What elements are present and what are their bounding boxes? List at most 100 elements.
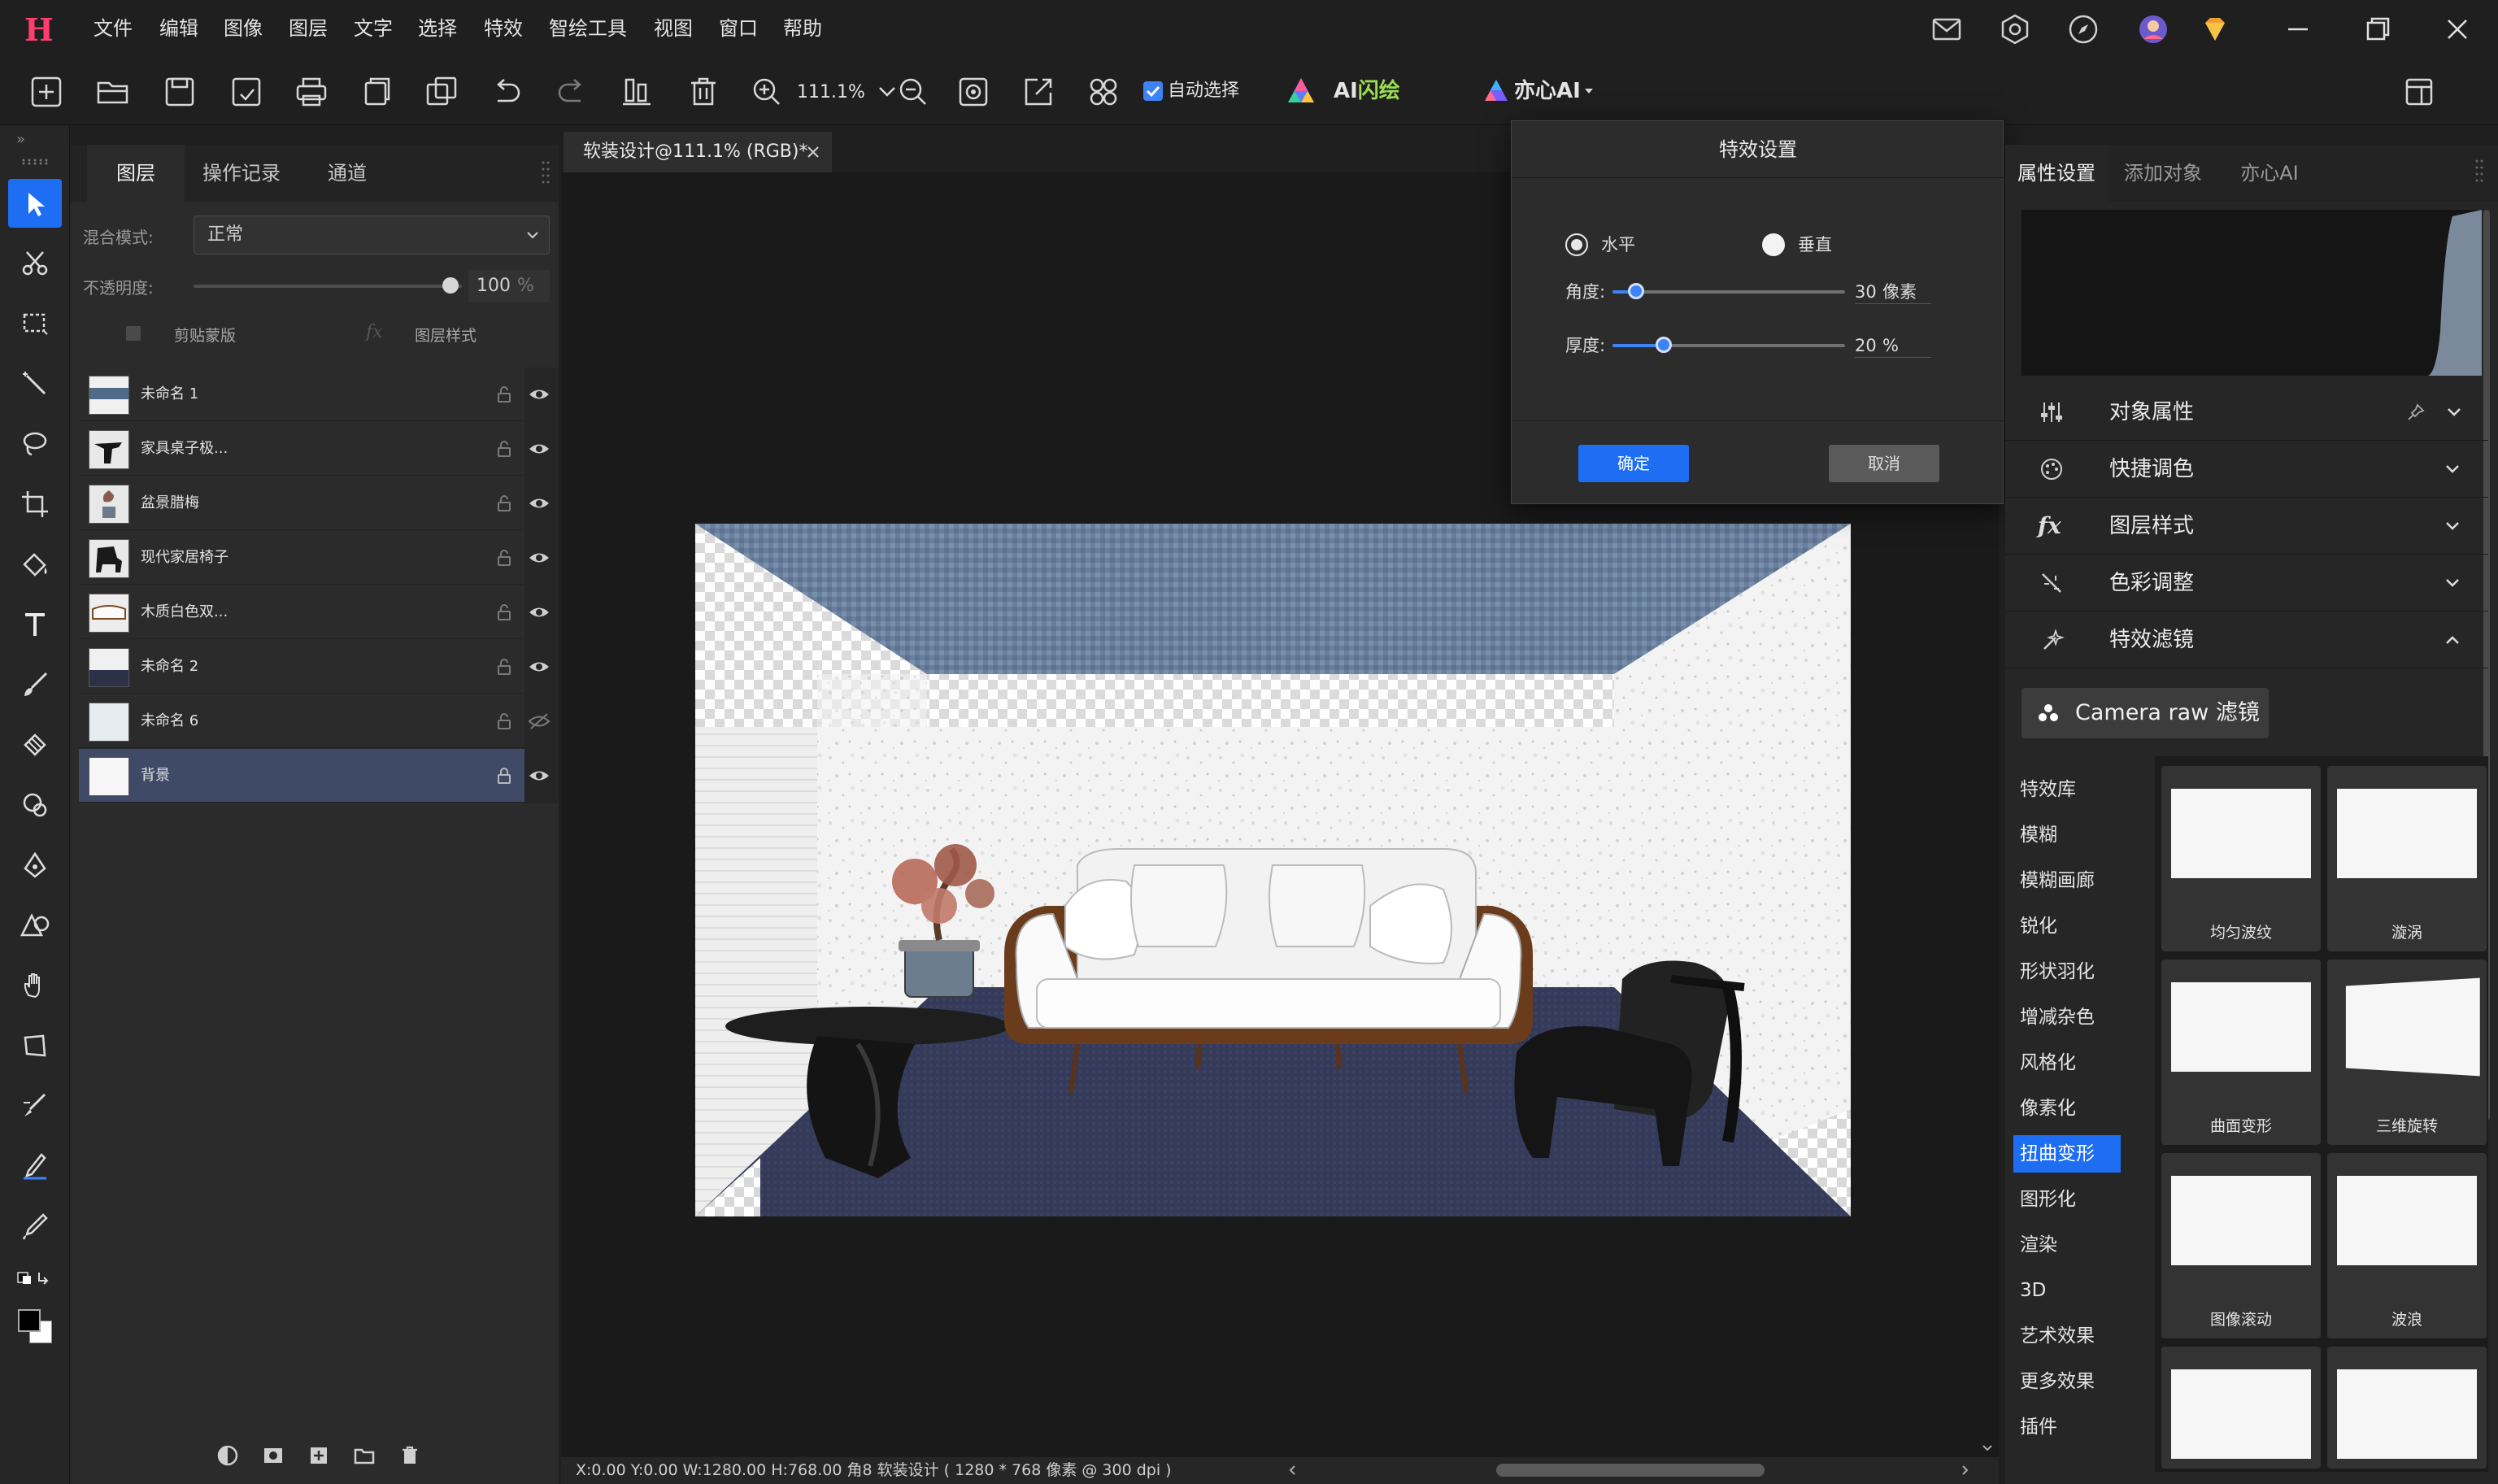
move-tool-icon[interactable]	[8, 179, 62, 228]
layer-row[interactable]: 现代家居椅子	[79, 531, 524, 585]
paint-bucket-tool-icon[interactable]	[8, 539, 62, 588]
align-icon[interactable]	[618, 73, 655, 111]
color-swatch[interactable]	[18, 1309, 55, 1347]
menu-select[interactable]: 选择	[418, 0, 457, 57]
eye-icon[interactable]	[527, 603, 551, 621]
fx-card[interactable]: 漩涡	[2327, 766, 2487, 951]
expand-toolstrip-icon[interactable]: »	[16, 131, 41, 148]
menu-edit[interactable]: 编辑	[159, 0, 198, 57]
opacity-slider-handle[interactable]	[442, 277, 459, 294]
fx-card[interactable]: 均匀波纹	[2161, 766, 2321, 951]
clone-stamp-tool-icon[interactable]	[8, 720, 62, 768]
menu-image[interactable]: 图像	[224, 0, 263, 57]
fx-card[interactable]: 波浪	[2327, 1153, 2487, 1338]
save-as-icon[interactable]	[228, 73, 265, 111]
tab-history[interactable]: 操作记录	[185, 145, 298, 202]
zoom-level[interactable]: 111.1%	[797, 76, 865, 109]
fx-category-item[interactable]: 特效库	[2013, 771, 2121, 808]
new-file-icon[interactable]	[28, 73, 65, 111]
swap-colors-icon[interactable]	[16, 1268, 54, 1287]
menu-help[interactable]: 帮助	[783, 0, 822, 57]
new-group-folder-icon[interactable]	[353, 1444, 376, 1467]
ai-flash-logo-icon[interactable]	[1285, 75, 1317, 107]
eye-icon[interactable]	[527, 658, 551, 676]
scroll-left-icon[interactable]	[1286, 1464, 1299, 1477]
shape-tool-icon[interactable]	[8, 900, 62, 949]
fx-category-item[interactable]: 模糊画廊	[2013, 862, 2121, 899]
scroll-down-icon[interactable]	[1981, 1441, 1994, 1454]
ai-flash-button[interactable]: AI闪绘	[1334, 75, 1400, 107]
yixin-ai-button[interactable]: 亦心AI	[1514, 75, 1581, 107]
radio-vertical[interactable]	[1762, 233, 1785, 256]
eye-icon[interactable]	[527, 549, 551, 567]
screenshot-icon[interactable]	[955, 73, 992, 111]
ok-button[interactable]: 确定	[1578, 445, 1689, 482]
layer-row-selected[interactable]: 背景	[79, 749, 524, 803]
fx-card[interactable]: 曲面变形	[2161, 960, 2321, 1145]
layer-row[interactable]: 盆景腊梅	[79, 477, 524, 530]
hand-tool-icon[interactable]	[8, 960, 62, 1009]
undo-icon[interactable]	[488, 73, 525, 111]
fx-category-item[interactable]: 艺术效果	[2013, 1317, 2121, 1355]
layer-row[interactable]: 木质白色双...	[79, 585, 524, 639]
print-icon[interactable]	[293, 73, 330, 111]
section-object-properties[interactable]: 对象属性	[2005, 384, 2488, 441]
angle-slider-handle[interactable]	[1628, 283, 1644, 299]
fx-category-item[interactable]: 模糊	[2013, 816, 2121, 854]
highlighter-tool-icon[interactable]	[8, 1141, 62, 1190]
blend-mode-select[interactable]: 正常	[194, 215, 550, 255]
menu-file[interactable]: 文件	[94, 0, 133, 57]
menu-view[interactable]: 视图	[654, 0, 693, 57]
section-color-adjust[interactable]: 色彩调整	[2005, 555, 2488, 611]
tab-add-object[interactable]: 添加对象	[2108, 145, 2218, 202]
horizontal-scrollbar[interactable]	[1496, 1464, 1765, 1477]
canvas-image[interactable]	[695, 524, 1851, 1216]
save-icon[interactable]	[161, 73, 198, 111]
fx-category-item[interactable]: 渲染	[2013, 1226, 2121, 1264]
mail-icon[interactable]	[1929, 11, 1965, 47]
export-icon[interactable]	[1020, 73, 1057, 111]
clip-mask-label[interactable]: 剪贴蒙版	[174, 324, 236, 346]
eye-hidden-icon[interactable]	[527, 712, 551, 730]
tab-properties[interactable]: 属性设置	[2005, 145, 2108, 202]
marquee-tool-icon[interactable]	[8, 298, 62, 347]
cancel-button[interactable]: 取消	[1829, 445, 1939, 482]
add-mask-icon[interactable]	[262, 1444, 285, 1467]
tab-layers[interactable]: 图层	[87, 145, 185, 202]
angle-slider[interactable]	[1612, 290, 1845, 294]
fx-category-item[interactable]: 更多效果	[2013, 1363, 2121, 1400]
text-tool-icon[interactable]	[8, 599, 62, 648]
transform-tool-icon[interactable]	[8, 1021, 62, 1069]
copy-merge-icon[interactable]	[423, 73, 460, 111]
layer-row[interactable]: 未命名 1	[79, 368, 524, 421]
eyedropper-tool-icon[interactable]	[8, 1201, 62, 1250]
eye-icon[interactable]	[527, 385, 551, 403]
adjustment-layer-icon[interactable]	[216, 1444, 239, 1467]
new-layer-icon[interactable]	[307, 1444, 330, 1467]
radio-horizontal[interactable]	[1565, 233, 1588, 256]
eye-icon[interactable]	[527, 440, 551, 458]
fx-category-item[interactable]: 锐化	[2013, 907, 2121, 945]
thickness-slider-handle[interactable]	[1656, 337, 1672, 353]
smudge-tool-icon[interactable]	[8, 1081, 62, 1129]
fx-category-item[interactable]: 插件	[2013, 1408, 2121, 1446]
menu-layer[interactable]: 图层	[289, 0, 328, 57]
pen-tool-icon[interactable]	[8, 840, 62, 889]
section-quick-color[interactable]: 快捷调色	[2005, 441, 2488, 498]
eye-icon[interactable]	[527, 494, 551, 512]
pin-icon[interactable]	[2407, 403, 2425, 421]
fx-card[interactable]	[2161, 1347, 2321, 1469]
lasso-tool-icon[interactable]	[8, 419, 62, 468]
layer-row[interactable]: 未命名 6	[79, 694, 524, 748]
crop-tool-icon[interactable]	[8, 479, 62, 528]
fx-card[interactable]: 图像滚动	[2161, 1153, 2321, 1338]
redo-icon[interactable]	[553, 73, 590, 111]
opacity-input[interactable]: 100%	[468, 270, 550, 302]
cut-tool-icon[interactable]	[8, 238, 62, 287]
fx-category-item[interactable]: 形状羽化	[2013, 953, 2121, 990]
zoom-out-icon[interactable]	[894, 73, 932, 111]
layer-row[interactable]: 家具桌子极...	[79, 422, 524, 476]
unlock-icon[interactable]	[495, 494, 513, 512]
delete-layer-icon[interactable]	[398, 1444, 421, 1467]
menu-text[interactable]: 文字	[354, 0, 393, 57]
